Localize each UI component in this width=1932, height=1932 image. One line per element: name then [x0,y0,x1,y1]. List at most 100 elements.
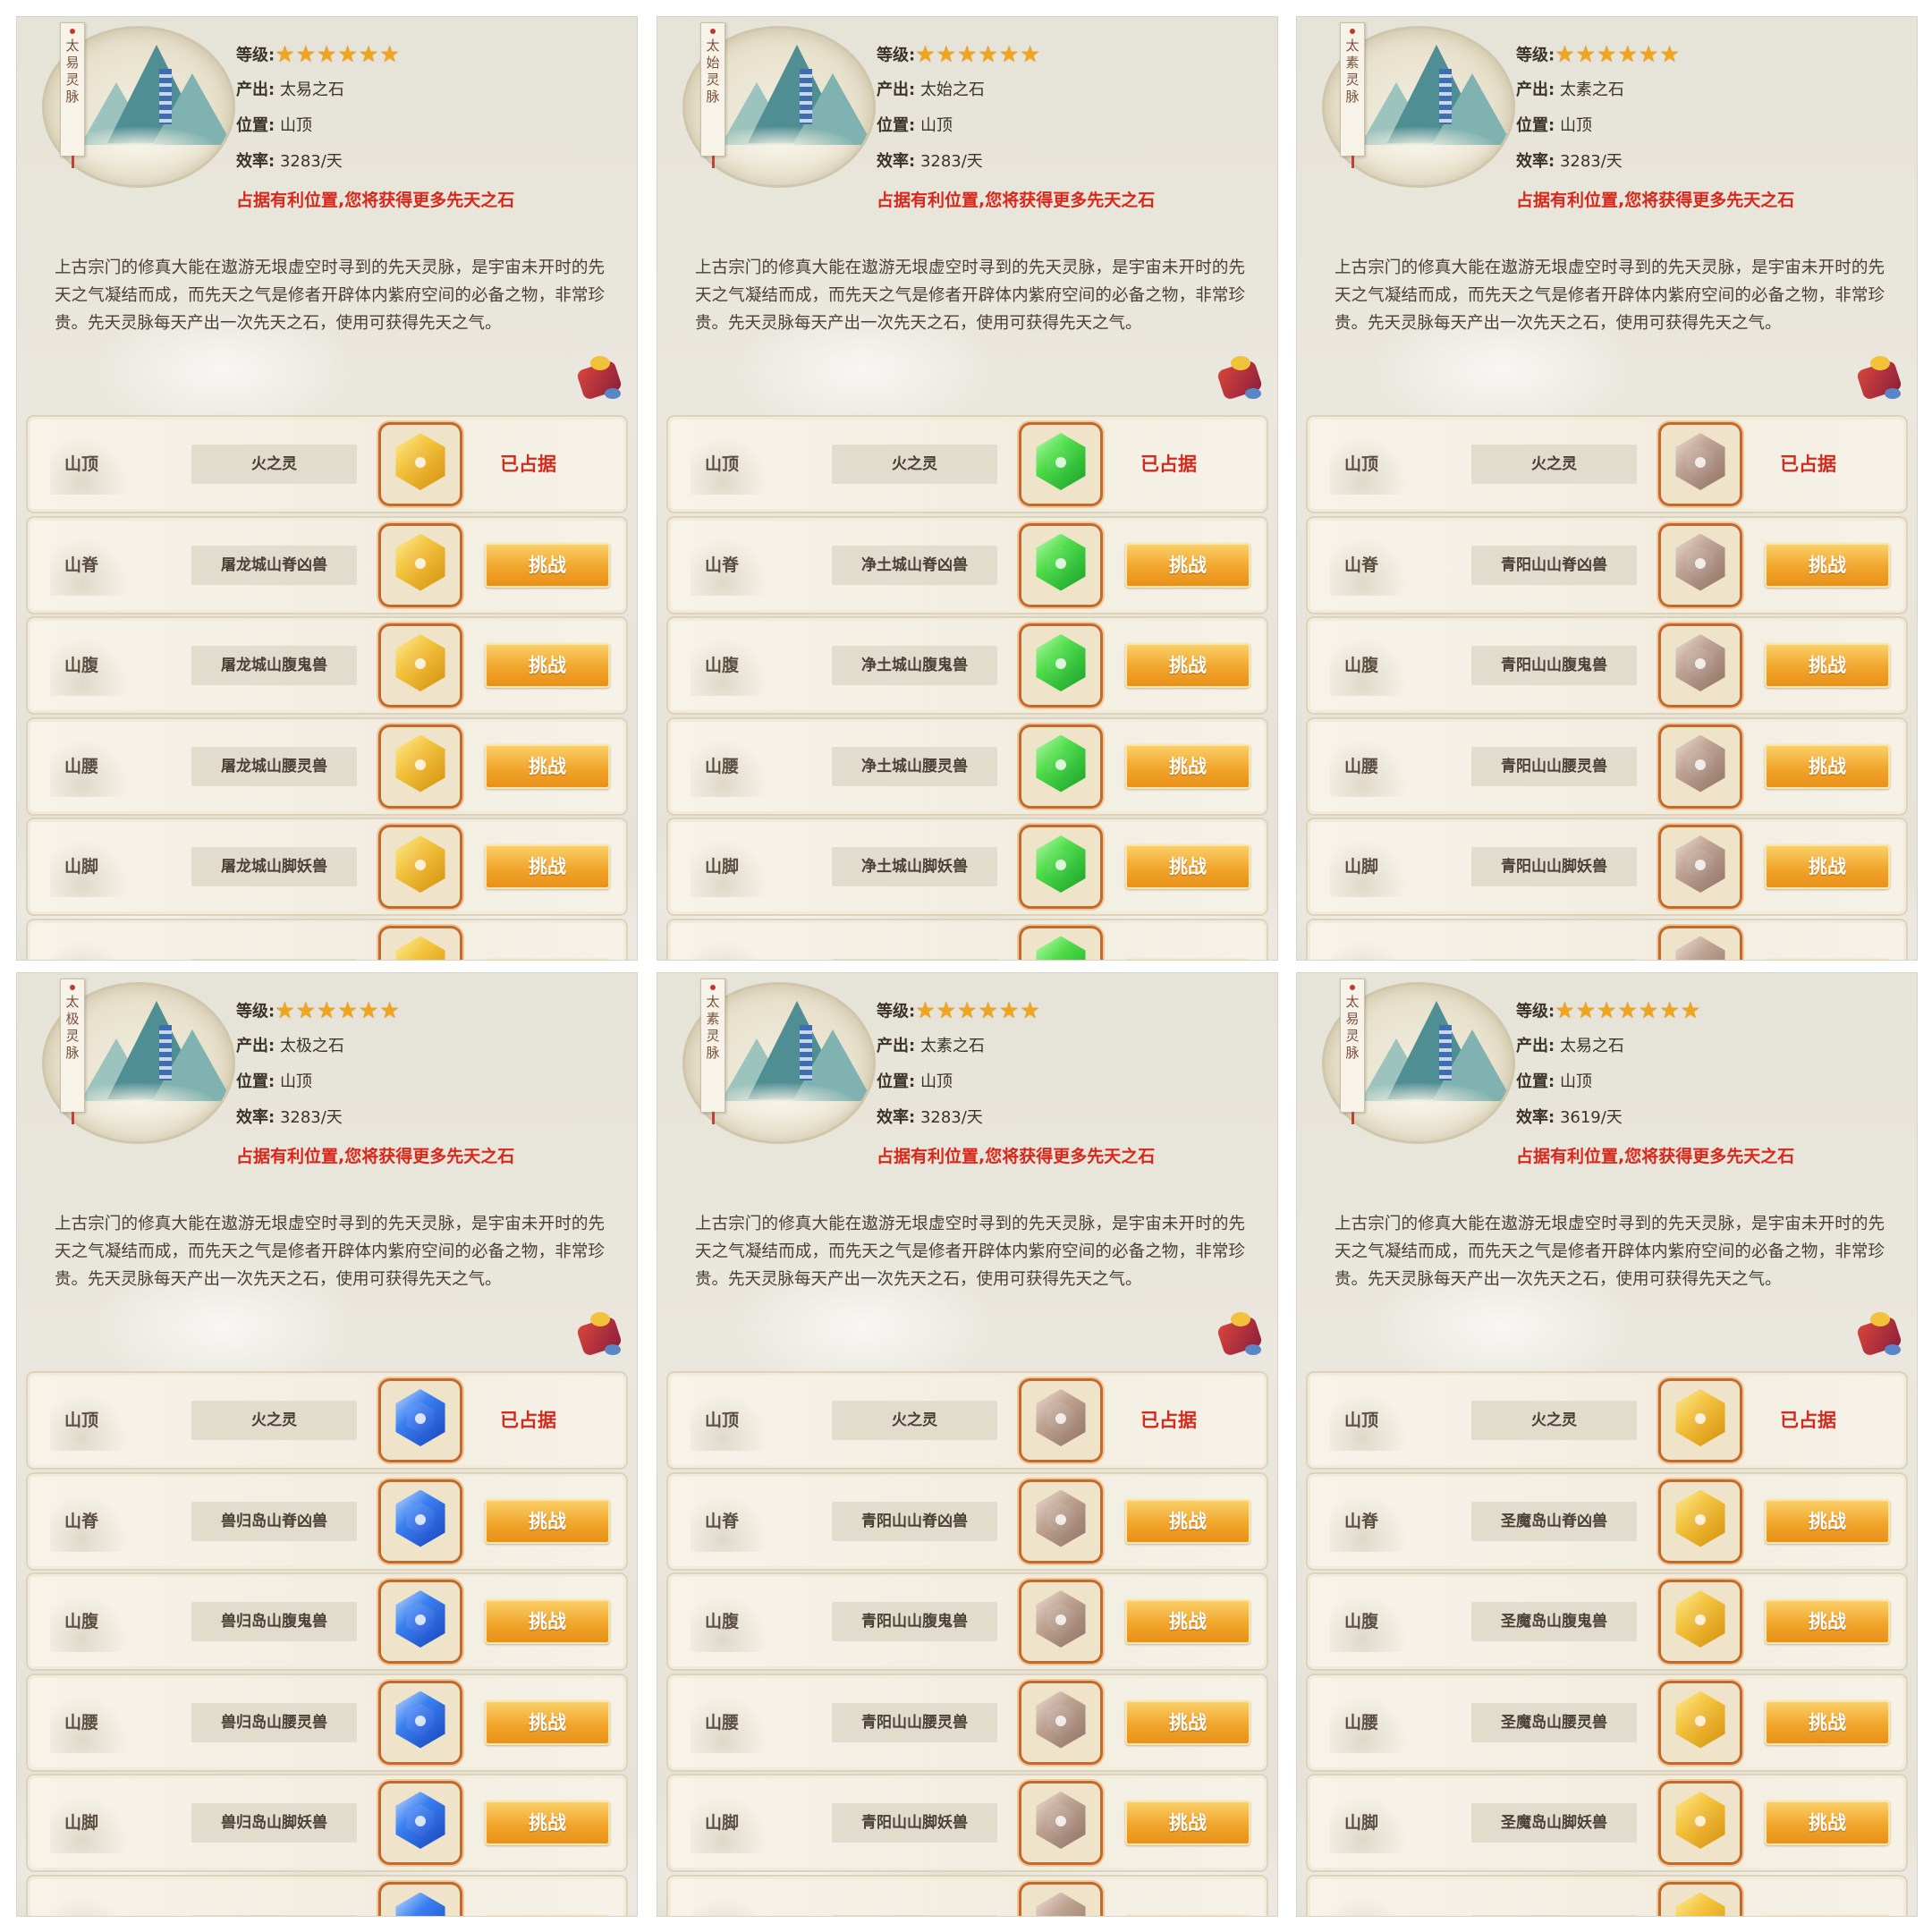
challenge-button[interactable]: 挑战 [1125,844,1250,889]
stone-reward-icon[interactable] [1021,1381,1100,1460]
stone-reward-icon[interactable] [381,1381,460,1460]
challenge-button[interactable]: 挑战 [1125,643,1250,688]
stone-reward-icon[interactable] [1661,827,1740,906]
stone-reward-icon[interactable] [1021,827,1100,906]
gift-bag-icon[interactable] [572,1309,626,1362]
stone-reward-icon[interactable] [1661,525,1740,605]
challenge-button[interactable]: 挑战 [1125,1498,1250,1544]
challenge-button[interactable]: 挑战 [1765,743,1890,789]
occupy-button[interactable]: 占据 [1125,958,1250,960]
cloud-shape [63,127,215,167]
guardian-name: 沉睡中灵兽 [191,958,357,960]
stone-reward-icon[interactable] [1661,425,1740,504]
stone-reward-icon[interactable] [1661,1481,1740,1561]
challenge-button[interactable]: 挑战 [1765,643,1890,688]
stone-reward-icon[interactable] [381,425,460,504]
occupy-hint: 占据有利位置,您将获得更多先天之石 [1516,191,1795,210]
hill-decoration [1330,935,1411,960]
guardian-name: 净土城山腰灵兽 [832,746,997,786]
stone-reward-icon[interactable] [381,1481,460,1561]
gift-part [1245,1344,1261,1355]
efficiency-line: 效率: 3283/天 [877,1100,1041,1136]
stone-reward-icon[interactable] [1661,1381,1740,1460]
stone-reward-icon[interactable] [381,525,460,605]
stone-reward-icon[interactable] [381,726,460,806]
stone-reward-icon[interactable] [381,1682,460,1762]
stone-reward-icon[interactable] [381,626,460,705]
stone-reward-icon[interactable] [1021,1481,1100,1561]
stone-reward-icon[interactable] [381,1784,460,1862]
challenge-button[interactable]: 挑战 [1765,1801,1890,1845]
challenge-button[interactable]: 挑战 [1765,1699,1890,1745]
output-line-label: 产出: [877,80,916,99]
challenge-button[interactable]: 挑战 [1765,542,1890,588]
vein-name-char: 极 [65,1011,80,1027]
gift-bag-icon[interactable] [1852,1309,1906,1362]
star-icon: ★ [1638,997,1659,1023]
occupy-button[interactable]: 占据 [1765,1914,1890,1916]
guardian-name: 青阳山山脚妖兽 [832,1803,997,1843]
position-label: 山顶 [64,1411,99,1430]
stone-reward-icon[interactable] [1661,1784,1740,1862]
challenge-button[interactable]: 挑战 [1765,844,1890,889]
stone-reward-icon[interactable] [381,928,460,960]
vein-panel: 太素灵脉等级:★★★★★★ 产出: 太素之石 位置: 山顶 效率: 3283/天 占据有… [657,972,1278,1917]
occupy-button[interactable]: 占据 [485,1914,610,1916]
vein-name-char: 灵 [65,72,80,88]
gift-bag-icon[interactable] [1213,1309,1267,1362]
stone-reward-icon[interactable] [381,827,460,906]
stone-reward-icon[interactable] [1661,1884,1740,1916]
occupy-button[interactable]: 占据 [485,958,610,960]
stone-reward-icon[interactable] [1661,626,1740,705]
stone-reward-icon[interactable] [1661,928,1740,960]
gem-highlight [1055,1816,1066,1826]
challenge-button[interactable]: 挑战 [485,1599,610,1644]
challenge-button[interactable]: 挑战 [485,1498,610,1544]
challenge-button[interactable]: 挑战 [485,542,610,588]
stone-reward-icon[interactable] [1021,1784,1100,1862]
location-line-label: 位置: [236,1072,275,1091]
vein-description: 上古宗门的修真大能在遨游无垠虚空时寻到的先天灵脉，是宇宙未开时的先天之气凝结而成… [695,1215,1245,1289]
guardian-name: 圣魔岛山腹鬼兽 [1471,1602,1637,1641]
challenge-button[interactable]: 挑战 [485,1699,610,1745]
stone-reward-icon[interactable] [1661,726,1740,806]
occupied-status: 已占据 [1140,1410,1197,1431]
stone-reward-icon[interactable] [1021,726,1100,806]
challenge-button[interactable]: 挑战 [1765,1498,1890,1544]
stone-reward-icon[interactable] [381,1884,460,1916]
occupy-button[interactable]: 占据 [1125,1914,1250,1916]
challenge-button[interactable]: 挑战 [1125,1699,1250,1745]
gem-highlight [1695,457,1706,468]
challenge-button[interactable]: 挑战 [485,643,610,688]
star-icon: ★ [1575,997,1597,1023]
challenge-button[interactable]: 挑战 [1125,1801,1250,1845]
challenge-button[interactable]: 挑战 [1125,1599,1250,1644]
challenge-button[interactable]: 挑战 [1765,1599,1890,1644]
stone-reward-icon[interactable] [1021,1582,1100,1661]
challenge-button[interactable]: 挑战 [485,743,610,789]
gift-part [1885,1344,1901,1355]
occupy-button[interactable]: 占据 [1765,958,1890,960]
challenge-button[interactable]: 挑战 [1125,542,1250,588]
stone-reward-icon[interactable] [1021,1884,1100,1916]
level-label: 等级: [1516,1002,1555,1021]
stone-reward-icon[interactable] [1021,928,1100,960]
gift-bag-icon[interactable] [572,352,626,406]
gift-bag-icon[interactable] [1213,352,1267,406]
stone-reward-icon[interactable] [1661,1682,1740,1762]
challenge-button[interactable]: 挑战 [485,844,610,889]
stone-reward-icon[interactable] [1021,425,1100,504]
stone-reward-icon[interactable] [381,1582,460,1661]
challenge-button[interactable]: 挑战 [485,1801,610,1845]
star-icon: ★ [1020,997,1040,1023]
challenge-button[interactable]: 挑战 [1125,743,1250,789]
vein-panel: 太始灵脉等级:★★★★★★ 产出: 太始之石 位置: 山顶 效率: 3283/天 占据有… [657,16,1278,961]
star-icon: ★ [358,41,379,67]
stone-reward-icon[interactable] [1021,626,1100,705]
stone-reward-icon[interactable] [1661,1582,1740,1661]
location-line: 位置: 山顶 [1516,1064,1701,1100]
stone-reward-icon[interactable] [1021,1682,1100,1762]
stone-reward-icon[interactable] [1021,525,1100,605]
gift-bag-icon[interactable] [1852,352,1906,406]
position-label: 山脊 [705,1511,740,1531]
